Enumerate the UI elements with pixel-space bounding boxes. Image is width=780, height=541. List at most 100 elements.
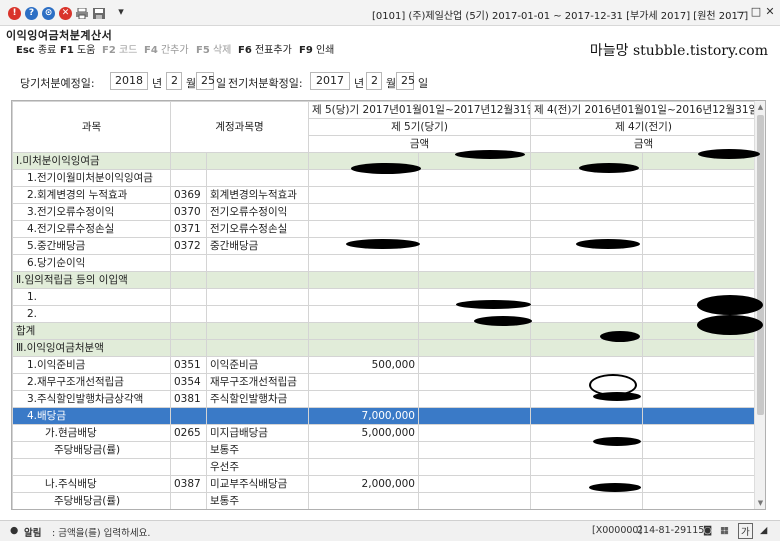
row-prior-amount-1[interactable] [530, 356, 643, 374]
row-account[interactable]: 미지급배당금 [206, 424, 309, 442]
f2-code-button[interactable]: F2 코드 [102, 44, 137, 58]
save-icon[interactable] [93, 8, 105, 19]
row-current-amount-2[interactable] [418, 390, 531, 408]
row-current-amount-2[interactable] [418, 441, 531, 459]
table-row[interactable]: 2.재무구조개선적립금 0354 재무구조개선적립금 [12, 373, 757, 391]
table-row[interactable]: 주당배당금(률) 보통주 [12, 441, 757, 459]
row-code[interactable]: 0370 [170, 203, 207, 221]
esc-close-button[interactable]: Esc 종료 [16, 44, 56, 58]
row-account[interactable]: 우선주 [207, 510, 309, 511]
row-account[interactable]: 주식할인발행차금 [206, 390, 309, 408]
row-prior-amount-1[interactable] [531, 510, 643, 511]
row-prior-amount-2[interactable] [642, 271, 757, 289]
row-code[interactable] [170, 322, 207, 340]
row-prior-amount-2[interactable] [642, 424, 757, 442]
table-row[interactable]: 6.당기순이익 [12, 254, 757, 272]
table-row[interactable]: 2.회계변경의 누적효과 0369 회계변경의누적효과 [12, 186, 757, 204]
row-code[interactable]: 0351 [170, 356, 207, 374]
close-window-button[interactable]: ✕ [763, 4, 777, 20]
row-prior-amount-2[interactable] [642, 169, 757, 187]
row-account[interactable]: 전기오류수정이익 [206, 203, 309, 221]
clip-icon[interactable]: ⊙ [42, 7, 55, 20]
row-account[interactable]: 중간배당금 [206, 237, 309, 255]
row-code[interactable]: 0381 [170, 390, 207, 408]
row-prior-amount-2[interactable] [642, 339, 757, 357]
row-current-amount-2[interactable] [418, 407, 531, 425]
row-prior-amount-1[interactable] [530, 492, 643, 509]
row-prior-amount-2[interactable] [642, 220, 757, 238]
maximize-button[interactable]: □ [749, 4, 763, 20]
row-current-amount-2[interactable] [418, 373, 531, 391]
row-account[interactable] [206, 407, 309, 425]
row-code[interactable] [170, 407, 207, 425]
row-account[interactable] [206, 254, 309, 272]
current-year-field[interactable]: 2018 [110, 72, 148, 90]
row-current-amount-1[interactable] [308, 271, 419, 289]
row-current-amount-1[interactable] [308, 254, 419, 272]
row-account[interactable]: 전기오류수정손실 [206, 220, 309, 238]
row-code[interactable] [170, 492, 207, 509]
resize-grip-icon[interactable]: ◢ [760, 525, 767, 536]
f1-help-button[interactable]: F1 도움 [60, 44, 95, 58]
row-account[interactable]: 보통주 [206, 492, 309, 509]
row-code[interactable] [170, 254, 207, 272]
row-code[interactable]: 0369 [170, 186, 207, 204]
row-current-amount-1[interactable] [308, 390, 419, 408]
row-prior-amount-2[interactable] [642, 373, 757, 391]
row-prior-amount-2[interactable] [642, 458, 757, 476]
row-current-amount-2[interactable] [418, 203, 531, 221]
row-current-amount-2[interactable] [418, 186, 531, 204]
row-prior-amount-1[interactable] [530, 305, 643, 323]
row-current-amount-1[interactable] [308, 288, 419, 306]
row-code[interactable]: 0372 [170, 237, 207, 255]
row-account[interactable] [206, 305, 309, 323]
camera-icon[interactable]: ◙ [703, 525, 712, 536]
row-current-amount-1[interactable] [308, 373, 419, 391]
row-prior-amount-1[interactable] [530, 458, 643, 476]
row-prior-amount-2[interactable] [642, 254, 757, 272]
row-current-amount-2[interactable] [418, 254, 531, 272]
row-current-amount-1[interactable] [308, 339, 419, 357]
row-current-amount-2[interactable] [418, 339, 531, 357]
row-prior-amount-2[interactable] [643, 510, 757, 511]
row-current-amount-1[interactable]: 500,000 [308, 356, 419, 374]
current-day-field[interactable]: 25 [196, 72, 215, 90]
row-current-amount-1[interactable] [308, 305, 419, 323]
row-prior-amount-1[interactable] [530, 254, 643, 272]
table-row[interactable]: 우선주 [12, 458, 757, 476]
row-current-amount-1[interactable] [308, 186, 419, 204]
row-current-amount-1[interactable]: 2,000,000 [308, 475, 419, 493]
table-row[interactable]: 나.주식배당 0387 미교부주식배당금 2,000,000 [12, 475, 757, 493]
row-code[interactable] [171, 510, 207, 511]
row-account[interactable] [206, 152, 309, 170]
row-prior-amount-2[interactable] [642, 441, 757, 459]
prior-year-field[interactable]: 2017 [310, 72, 350, 90]
table-row[interactable]: 3.전기오류수정이익 0370 전기오류수정이익 [12, 203, 757, 221]
row-current-amount-2[interactable] [418, 475, 531, 493]
alert-icon[interactable]: ! [8, 7, 21, 20]
row-current-amount-1[interactable] [308, 203, 419, 221]
row-prior-amount-2[interactable] [642, 475, 757, 493]
row-current-amount-1[interactable] [308, 322, 419, 340]
table-row[interactable]: 4.전기오류수정손실 0371 전기오류수정손실 [12, 220, 757, 238]
help-icon[interactable]: ? [25, 7, 38, 20]
row-prior-amount-1[interactable] [530, 203, 643, 221]
row-current-amount-2[interactable] [418, 169, 531, 187]
dropdown-menu-icon[interactable]: ▾ [114, 4, 128, 20]
f6-add-entry-button[interactable]: F6 전표추가 [238, 44, 292, 58]
row-account[interactable]: 우선주 [206, 458, 309, 476]
scroll-down-icon[interactable]: ▼ [755, 497, 765, 509]
current-month-field[interactable]: 2 [166, 72, 182, 90]
row-prior-amount-1[interactable] [530, 186, 643, 204]
prior-month-field[interactable]: 2 [366, 72, 382, 90]
row-prior-amount-2[interactable] [642, 237, 757, 255]
row-code[interactable] [170, 339, 207, 357]
row-account[interactable]: 이익준비금 [206, 356, 309, 374]
prior-day-field[interactable]: 25 [396, 72, 415, 90]
calculator-icon[interactable]: ▦ [720, 525, 729, 536]
minimize-button[interactable]: — [735, 4, 749, 20]
row-account[interactable] [206, 288, 309, 306]
row-code[interactable] [170, 441, 207, 459]
row-code[interactable] [170, 458, 207, 476]
row-current-amount-2[interactable] [418, 271, 531, 289]
